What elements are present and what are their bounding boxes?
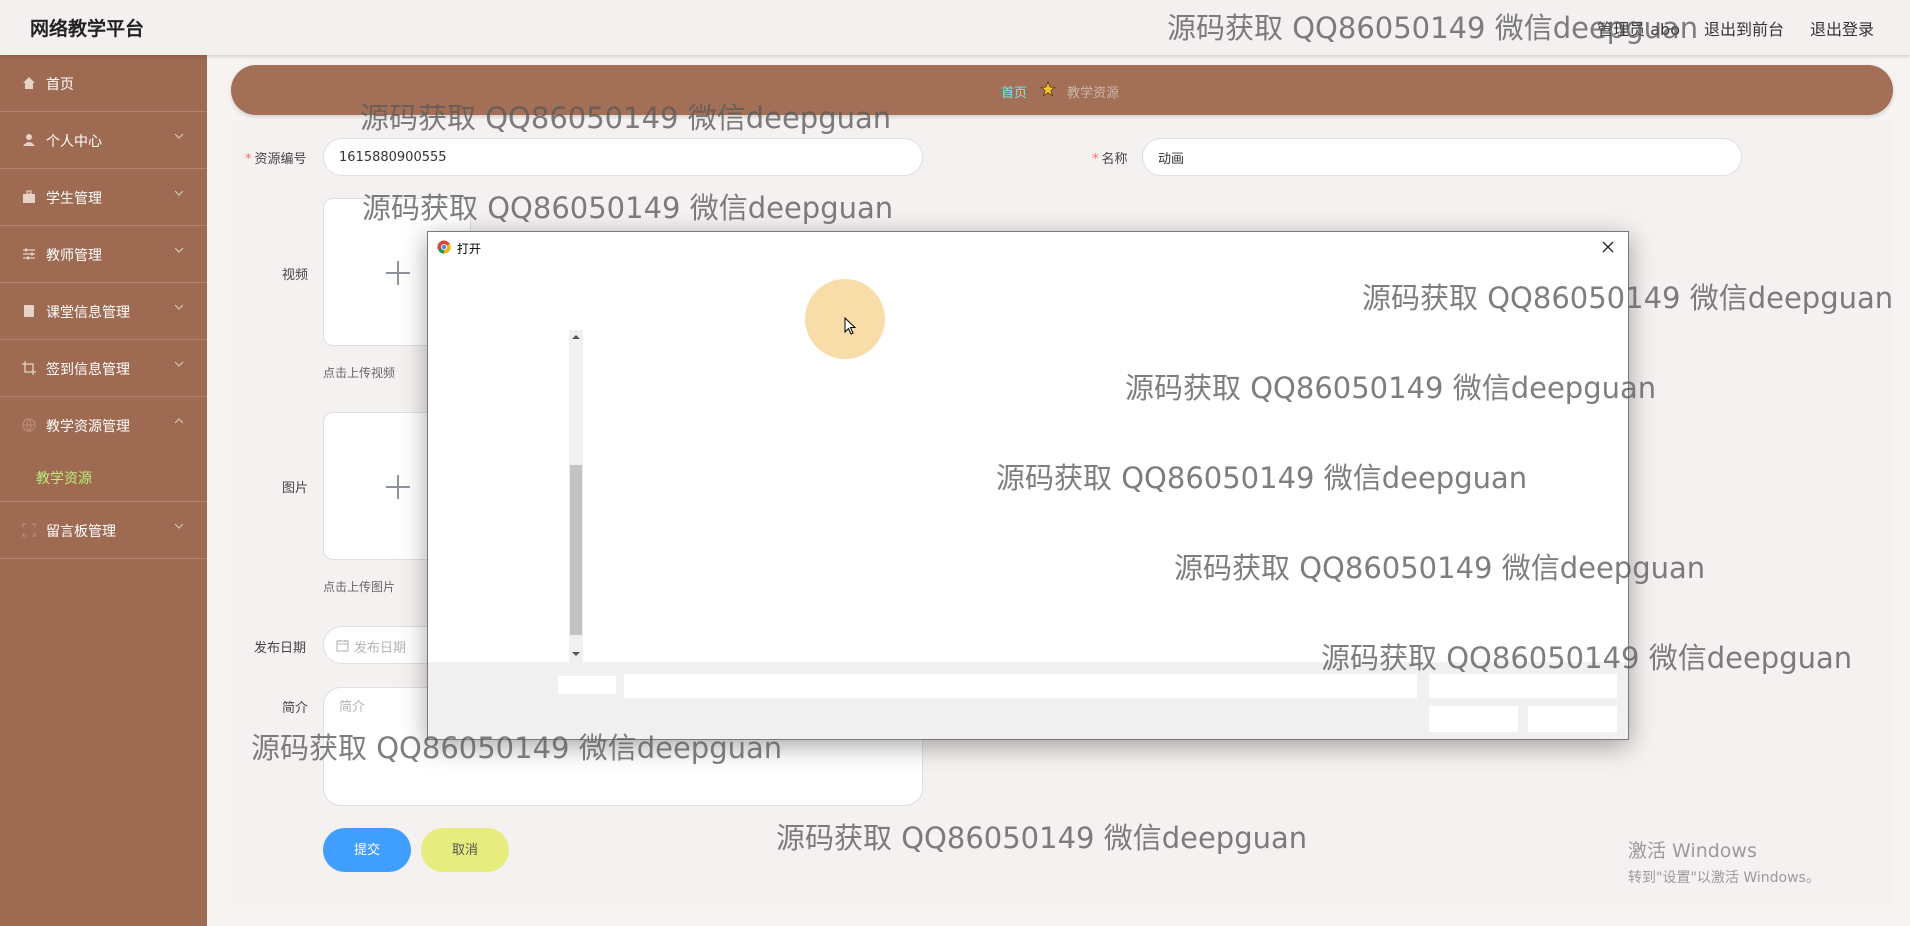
submit-button[interactable]: 提交 <box>323 828 411 872</box>
star-icon <box>1040 81 1056 97</box>
mouse-cursor-icon <box>844 317 857 335</box>
dialog-footer <box>428 662 1628 739</box>
chevron-down-icon <box>174 304 184 310</box>
sidebar-item-label: 留言板管理 <box>46 524 116 540</box>
scroll-down-icon[interactable] <box>572 650 580 658</box>
sidebar-item-home[interactable]: 首页 <box>0 55 207 112</box>
book-icon <box>24 305 34 317</box>
intro-placeholder: 简介 <box>339 700 366 715</box>
user-icon <box>23 134 35 146</box>
sidebar-item-label: 学生管理 <box>46 191 102 207</box>
chrome-icon <box>437 240 451 254</box>
globe-icon <box>22 418 36 432</box>
sidebar-item-label: 首页 <box>46 77 74 93</box>
intro-label: 简介 <box>282 701 309 716</box>
sidebar-item-label: 课堂信息管理 <box>46 305 130 321</box>
name-input[interactable] <box>1142 138 1742 176</box>
briefcase-icon <box>23 190 35 203</box>
chevron-down-icon <box>174 190 184 196</box>
sidebar-item-label: 个人中心 <box>46 134 102 150</box>
sidebar: 首页 个人中心 学生管理 教师管理 课堂信息管理 签到信息管理 教学资源管理 教… <box>0 55 207 926</box>
crop-icon <box>22 361 36 375</box>
open-file-dialog: 打开 <box>427 231 1629 740</box>
calendar-icon <box>336 640 349 652</box>
filename-input[interactable] <box>624 674 1417 698</box>
sidebar-item-resources[interactable]: 教学资源管理 <box>0 397 207 454</box>
video-hint: 点击上传视频 <box>323 366 396 380</box>
sidebar-item-label: 教师管理 <box>46 248 102 264</box>
open-button[interactable] <box>1429 706 1518 732</box>
video-label: 视频 <box>282 268 309 283</box>
activation-subtitle: 转到"设置"以激活 Windows。 <box>1628 870 1820 886</box>
breadcrumb-current: 教学资源 <box>1067 86 1120 101</box>
front-link[interactable]: 退出到前台 <box>1704 16 1784 40</box>
chevron-down-icon <box>174 247 184 253</box>
sidebar-item-label: 签到信息管理 <box>46 362 130 378</box>
activation-title: 激活 Windows <box>1628 840 1757 862</box>
name-label: * 名称 <box>1092 152 1128 167</box>
frame-icon <box>22 523 36 537</box>
breadcrumb: 首页 教学资源 <box>231 65 1893 115</box>
chevron-down-icon <box>174 361 184 367</box>
dialog-title: 打开 <box>457 242 482 256</box>
resource-no-input[interactable] <box>323 138 923 176</box>
user-label: 管理员 abo <box>1597 20 1680 39</box>
sidebar-subitem-resources[interactable]: 教学资源 <box>36 468 92 488</box>
sidebar-item-personal[interactable]: 个人中心 <box>0 112 207 169</box>
close-icon[interactable] <box>1596 235 1620 259</box>
top-bar: 网络教学平台 管理员 abo 退出到前台 退出登录 <box>0 0 1910 55</box>
dialog-cancel-button[interactable] <box>1528 706 1617 732</box>
sidebar-item-checkin[interactable]: 签到信息管理 <box>0 340 207 397</box>
image-hint: 点击上传图片 <box>323 580 396 594</box>
logout-link[interactable]: 退出登录 <box>1810 16 1874 40</box>
sliders-icon <box>23 248 35 260</box>
scroll-up-icon[interactable] <box>572 333 580 341</box>
date-label: 发布日期 <box>254 641 307 656</box>
chevron-down-icon <box>174 133 184 139</box>
image-label: 图片 <box>282 481 309 496</box>
scrollbar-thumb[interactable] <box>570 465 582 635</box>
cancel-button[interactable]: 取消 <box>421 828 509 872</box>
sidebar-item-class-info[interactable]: 课堂信息管理 <box>0 283 207 340</box>
sidebar-item-label: 教学资源管理 <box>46 419 130 435</box>
breadcrumb-home[interactable]: 首页 <box>1001 82 1027 101</box>
sidebar-item-messageboard[interactable]: 留言板管理 <box>0 502 207 559</box>
sidebar-item-students[interactable]: 学生管理 <box>0 169 207 226</box>
sidebar-item-teachers[interactable]: 教师管理 <box>0 226 207 283</box>
filetype-select[interactable] <box>1429 674 1617 698</box>
chevron-up-icon <box>174 418 184 424</box>
filename-label-placeholder <box>558 676 616 694</box>
resource-no-label: * 资源编号 <box>245 152 307 167</box>
date-placeholder: 发布日期 <box>354 641 407 656</box>
app-title: 网络教学平台 <box>30 18 145 40</box>
dialog-titlebar: 打开 <box>428 232 1628 262</box>
windows-activation-notice: 激活 Windows 转到"设置"以激活 Windows。 <box>1628 836 1820 887</box>
chevron-down-icon <box>174 523 184 529</box>
home-icon <box>23 77 35 89</box>
